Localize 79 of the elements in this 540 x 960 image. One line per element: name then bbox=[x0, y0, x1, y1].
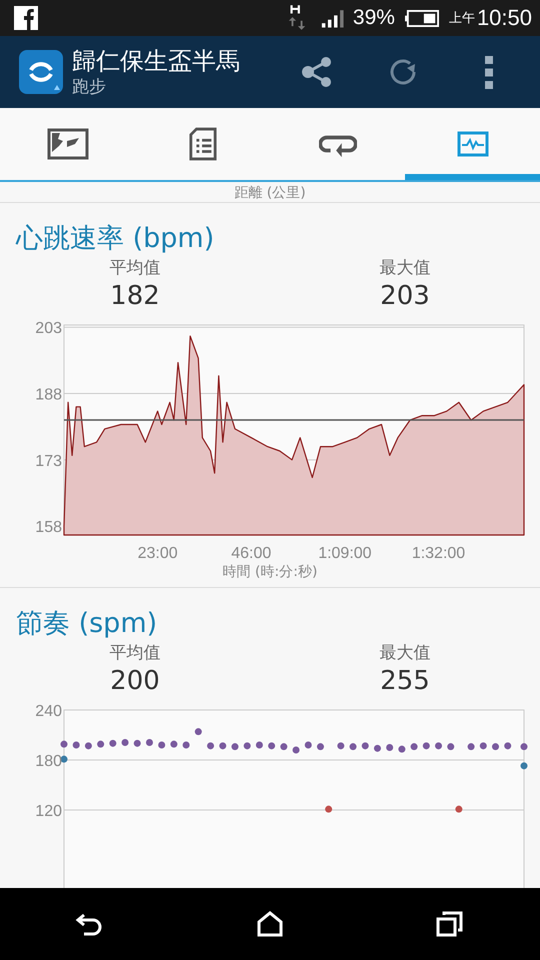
data-point bbox=[468, 743, 475, 750]
data-point bbox=[244, 742, 251, 750]
stat-label: 平均值 bbox=[110, 257, 160, 279]
data-point bbox=[268, 742, 276, 750]
app-logo-icon bbox=[18, 49, 64, 95]
activity-title: 歸仁保生盃半馬 bbox=[72, 46, 241, 76]
stat-label: 最大值 bbox=[380, 257, 430, 279]
x-tick-label: 1:32:00 bbox=[412, 545, 466, 562]
data-point bbox=[386, 744, 394, 751]
y-tick-label: 180 bbox=[35, 753, 62, 770]
clock-time: 10:50 bbox=[476, 5, 532, 31]
axis-title: 距離 (公里) bbox=[234, 184, 306, 202]
stat-value: 182 bbox=[110, 280, 160, 313]
data-point bbox=[219, 742, 226, 750]
section-title: 心跳速率 (bpm) bbox=[16, 222, 216, 256]
data-point bbox=[84, 742, 92, 750]
data-point bbox=[109, 740, 116, 747]
data-point bbox=[350, 743, 357, 750]
data-point bbox=[292, 746, 300, 754]
data-point bbox=[60, 740, 68, 748]
data-point bbox=[256, 742, 263, 748]
am-pm-label: 上午 bbox=[448, 10, 475, 27]
facebook-icon bbox=[14, 6, 38, 30]
x-tick-label: 23:00 bbox=[138, 545, 178, 562]
home-icon bbox=[256, 911, 284, 937]
data-point bbox=[134, 740, 141, 747]
data-point bbox=[374, 744, 381, 752]
data-point bbox=[60, 756, 68, 763]
data-point bbox=[435, 742, 442, 750]
data-point bbox=[337, 742, 344, 750]
activity-type: 跑步 bbox=[72, 76, 107, 98]
data-point bbox=[455, 806, 462, 813]
data-point bbox=[304, 742, 312, 748]
data-point bbox=[362, 742, 369, 750]
y-tick-label: 173 bbox=[35, 452, 62, 470]
y-tick-label: 120 bbox=[35, 803, 62, 820]
x-axis-title: 時間 (時:分:秒) bbox=[222, 564, 318, 580]
battery-icon bbox=[404, 10, 439, 26]
document-icon bbox=[188, 127, 216, 161]
stat-label: 最大值 bbox=[380, 642, 430, 664]
data-transfer-icon bbox=[286, 4, 307, 32]
data-point bbox=[72, 742, 80, 748]
stat-value: 200 bbox=[110, 665, 160, 698]
stat-label: 平均值 bbox=[110, 642, 160, 664]
x-tick-label: 46:00 bbox=[231, 545, 272, 562]
data-point bbox=[316, 743, 324, 750]
data-point bbox=[504, 742, 512, 750]
y-tick-label: 188 bbox=[35, 386, 62, 404]
data-point bbox=[182, 742, 190, 748]
data-point bbox=[422, 742, 430, 750]
data-point bbox=[398, 746, 406, 753]
stat-value: 255 bbox=[380, 665, 430, 698]
data-point bbox=[170, 740, 178, 748]
data-point bbox=[207, 742, 214, 750]
more-icon bbox=[485, 56, 493, 88]
x-tick-label: 1:09:00 bbox=[318, 545, 372, 562]
data-point bbox=[231, 743, 238, 750]
data-point bbox=[122, 739, 129, 746]
data-point bbox=[410, 743, 418, 750]
data-point bbox=[97, 740, 104, 748]
section-title: 節奏 (spm) bbox=[16, 607, 158, 641]
data-point bbox=[520, 762, 528, 770]
y-tick-label: 203 bbox=[35, 320, 62, 338]
data-point bbox=[325, 806, 332, 813]
data-point bbox=[280, 743, 288, 750]
battery-percent: 39% bbox=[352, 6, 395, 30]
data-point bbox=[194, 728, 202, 736]
data-point bbox=[146, 739, 153, 746]
chart-icon bbox=[456, 131, 488, 157]
recent-apps-icon bbox=[436, 911, 464, 937]
data-point bbox=[520, 743, 528, 750]
data-point bbox=[158, 742, 166, 748]
map-icon bbox=[46, 128, 88, 160]
data-point bbox=[447, 743, 454, 750]
data-point bbox=[480, 742, 487, 750]
y-tick-label: 158 bbox=[35, 519, 62, 536]
y-tick-label: 240 bbox=[35, 703, 62, 720]
stat-value: 203 bbox=[380, 280, 430, 313]
data-point bbox=[492, 743, 499, 750]
